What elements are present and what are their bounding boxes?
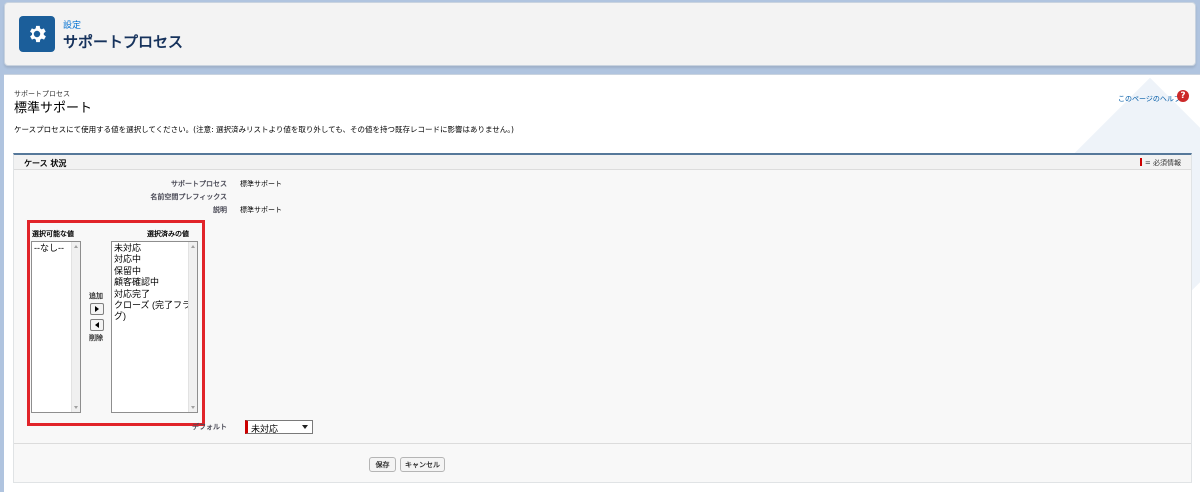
gear-icon <box>19 16 55 52</box>
scroll-down-icon[interactable] <box>74 406 78 409</box>
scroll-down-icon[interactable] <box>191 406 195 409</box>
chevron-down-icon <box>302 425 308 429</box>
required-info: = 必須情報 <box>1139 158 1181 168</box>
selected-values-label: 選択済みの値 <box>147 230 189 238</box>
header-title: サポートプロセス <box>63 33 184 51</box>
list-item[interactable]: クローズ (完了フラグ) <box>114 300 195 323</box>
field-value-support-process: 標準サポート <box>240 180 282 188</box>
help-link[interactable]: このページのヘルプ <box>1118 94 1181 104</box>
list-item[interactable]: 顧客確認中 <box>114 277 195 288</box>
section-divider <box>14 443 1191 444</box>
picklist-highlight-box: 選択可能な値 --なし-- 追加 削除 選択済みの値 未対応 対応中 保留中 顧… <box>27 220 205 426</box>
page-title: 標準サポート <box>14 101 93 116</box>
field-value-description: 標準サポート <box>240 206 282 214</box>
field-label-description: 説明 <box>213 206 227 214</box>
list-item[interactable]: 保留中 <box>114 266 195 277</box>
selected-values-list[interactable]: 未対応 対応中 保留中 顧客確認中 対応完了 クローズ (完了フラグ) <box>111 241 198 413</box>
case-status-section: ケース 状況 = 必須情報 サポートプロセス 標準サポート 名前空間プレフィック… <box>13 153 1192 483</box>
help-icon[interactable]: ? <box>1177 90 1189 102</box>
list-item[interactable]: 未対応 <box>114 243 195 254</box>
main-panel: サポートプロセス 標準サポート このページのヘルプ ? ケースプロセスにて使用す… <box>4 74 1200 492</box>
breadcrumb[interactable]: 設定 <box>63 18 81 31</box>
required-info-label: = 必須情報 <box>1144 159 1181 167</box>
cancel-button[interactable]: キャンセル <box>400 457 445 472</box>
scroll-up-icon[interactable] <box>74 245 78 248</box>
section-header: ケース 状況 = 必須情報 <box>14 155 1191 170</box>
remove-label: 削除 <box>89 334 103 342</box>
default-label: デフォルト <box>192 423 227 431</box>
required-mark <box>1139 158 1142 166</box>
arrow-left-icon <box>95 322 99 328</box>
list-item[interactable]: 対応中 <box>114 254 195 265</box>
default-value-select[interactable]: 未対応 <box>245 420 313 434</box>
field-label-namespace-prefix: 名前空間プレフィックス <box>150 193 227 201</box>
scroll-up-icon[interactable] <box>191 245 195 248</box>
available-values-label: 選択可能な値 <box>32 230 74 238</box>
add-label: 追加 <box>89 292 103 300</box>
list-item[interactable]: 対応完了 <box>114 289 195 300</box>
default-value-text: 未対応 <box>251 424 279 434</box>
instructions-text: ケースプロセスにて使用する値を選択してください。(注意: 選択済みリストより値を… <box>14 125 514 134</box>
section-title: ケース 状況 <box>24 159 67 168</box>
field-label-support-process: サポートプロセス <box>171 180 227 188</box>
available-values-list[interactable]: --なし-- <box>31 241 81 413</box>
page-header: 設定 サポートプロセス <box>4 2 1196 66</box>
save-button[interactable]: 保存 <box>369 457 396 472</box>
remove-button[interactable] <box>90 319 104 331</box>
arrow-right-icon <box>95 306 99 312</box>
scrollbar[interactable] <box>188 242 197 412</box>
scrollbar[interactable] <box>71 242 80 412</box>
add-button[interactable] <box>90 303 104 315</box>
